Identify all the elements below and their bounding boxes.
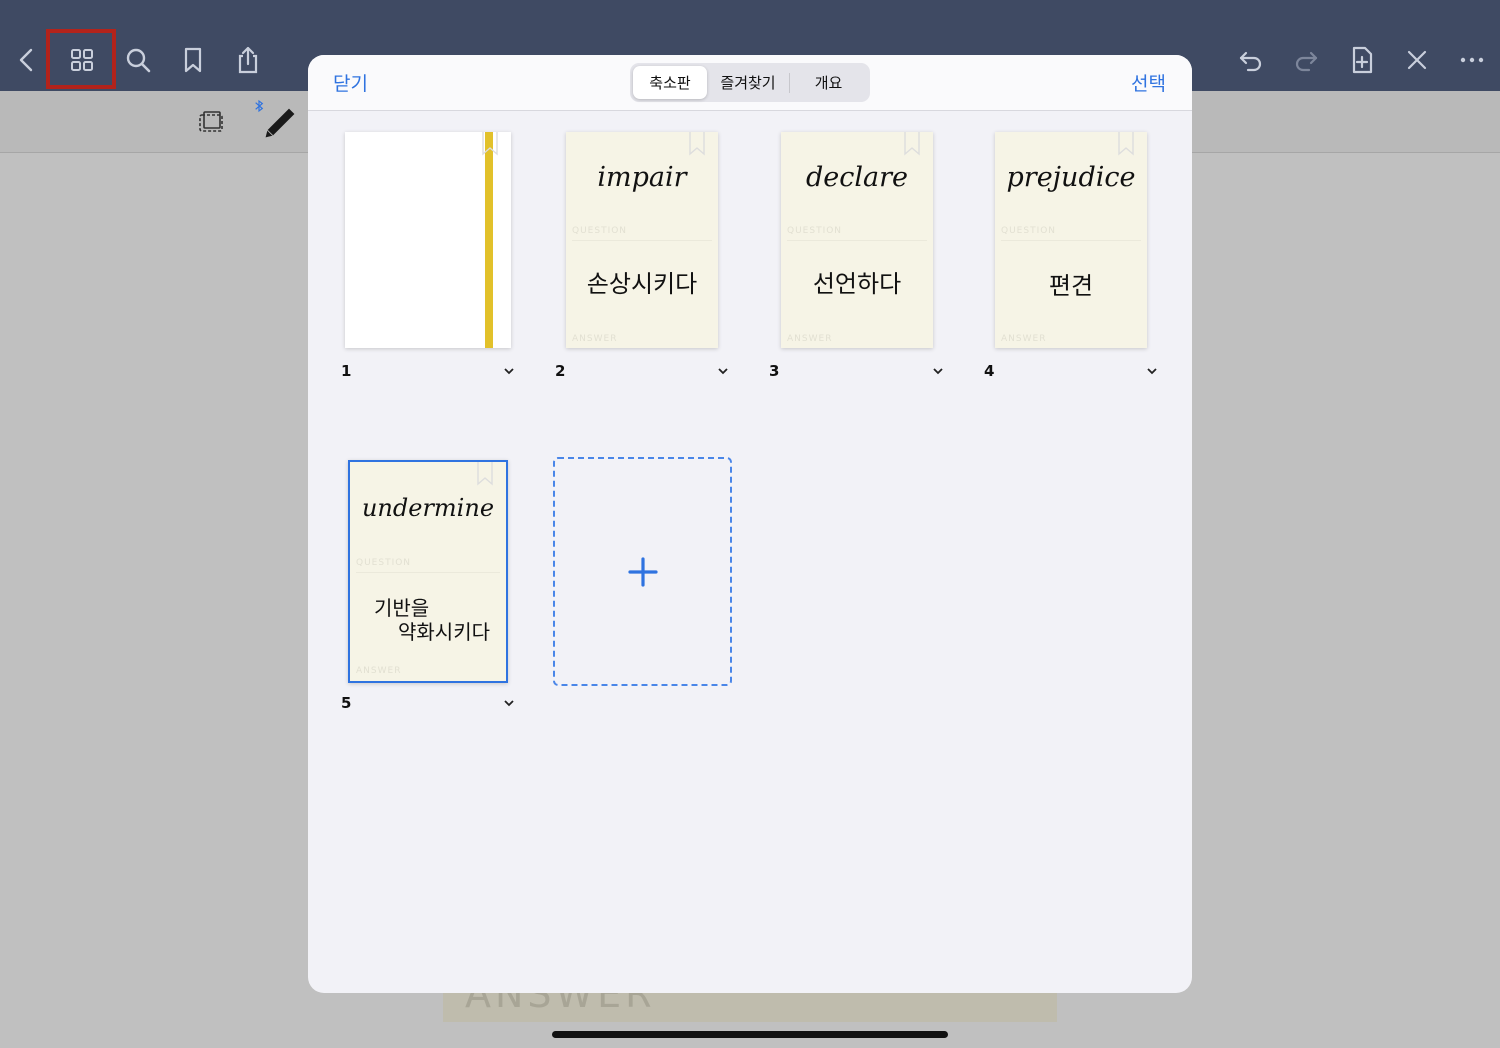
answer-label: ANSWER [1001, 334, 1047, 344]
question-label: QUESTION [572, 226, 628, 236]
add-page-button[interactable] [553, 457, 732, 686]
page-number-5: 5 [341, 694, 352, 712]
page-thumbnail-3[interactable]: declare QUESTION 선언하다 ANSWER [781, 132, 933, 348]
redo-icon [1295, 51, 1318, 72]
more-button[interactable] [1450, 38, 1494, 82]
divider [356, 572, 500, 573]
undo-icon [1239, 51, 1262, 72]
redo-button[interactable] [1284, 38, 1328, 82]
card-word: undermine [361, 494, 495, 522]
page-number-3: 3 [769, 362, 780, 380]
answer-label: ANSWER [572, 334, 618, 344]
answer-label: ANSWER [787, 334, 833, 344]
page-number-4: 4 [984, 362, 995, 380]
answer-label: ANSWER [356, 666, 402, 676]
pen-icon[interactable] [262, 105, 298, 141]
highlight-box [46, 29, 116, 89]
card-meaning-line-2: 약화시키다 [398, 620, 490, 644]
tab-favorites[interactable]: 즐겨찾기 [707, 66, 789, 99]
share-button[interactable] [226, 38, 270, 82]
chevron-down-icon[interactable] [717, 365, 729, 377]
card-meaning: 편견 [1048, 272, 1094, 300]
page-thumbnail-2[interactable]: impair QUESTION 손상시키다 ANSWER [566, 132, 718, 348]
undo-button[interactable] [1229, 38, 1273, 82]
divider [572, 240, 712, 241]
modal-header: 닫기 축소판 즐겨찾기 개요 선택 [308, 55, 1192, 111]
question-label: QUESTION [356, 558, 412, 568]
page-thumbnail-5[interactable]: undermine QUESTION 기반을 약화시키다 ANSWER [348, 460, 508, 683]
question-label: QUESTION [1001, 226, 1057, 236]
yellow-strip [485, 132, 493, 348]
page-number-2: 2 [555, 362, 566, 380]
bookmark-icon[interactable] [688, 132, 706, 156]
back-icon [19, 48, 33, 72]
select-button[interactable]: 선택 [1131, 69, 1166, 96]
question-label: QUESTION [787, 226, 843, 236]
lasso-icon[interactable] [196, 107, 226, 137]
page-thumbnail-1[interactable] [345, 132, 511, 348]
view-segmented-control: 축소판 즐겨찾기 개요 [630, 63, 870, 102]
close-button[interactable]: 닫기 [333, 69, 368, 96]
card-meaning: 선언하다 [812, 270, 902, 298]
bookmark-button[interactable] [171, 38, 215, 82]
close-editor-button[interactable] [1395, 38, 1439, 82]
page-thumbnails-modal: 닫기 축소판 즐겨찾기 개요 선택 1 impair QUESTION 손상시키… [308, 55, 1192, 993]
bookmark-icon[interactable] [481, 132, 499, 156]
bookmark-icon[interactable] [903, 132, 921, 156]
divider [1001, 240, 1141, 241]
card-word: declare [805, 162, 908, 193]
bookmark-icon[interactable] [1117, 132, 1135, 156]
page-number-1: 1 [341, 362, 352, 380]
chevron-down-icon[interactable] [1146, 365, 1158, 377]
card-meaning: 손상시키다 [586, 270, 698, 298]
tab-outline[interactable]: 개요 [790, 66, 867, 99]
page-thumbnail-4[interactable]: prejudice QUESTION 편견 ANSWER [995, 132, 1147, 348]
add-page-button[interactable] [1340, 38, 1384, 82]
card-word: prejudice [1006, 162, 1136, 193]
add-page-icon [1352, 46, 1373, 74]
plus-icon [627, 556, 658, 587]
chevron-down-icon[interactable] [503, 365, 515, 377]
back-button[interactable] [5, 38, 49, 82]
search-button[interactable] [116, 38, 160, 82]
chevron-down-icon[interactable] [503, 697, 515, 709]
close-x-icon [1407, 50, 1427, 70]
tab-thumbnails[interactable]: 축소판 [633, 66, 707, 99]
more-icon [1460, 57, 1484, 63]
card-word: impair [597, 162, 687, 193]
bookmark-icon [184, 47, 202, 73]
search-icon [126, 48, 151, 73]
home-indicator [552, 1031, 948, 1038]
share-icon [238, 46, 258, 74]
chevron-down-icon[interactable] [932, 365, 944, 377]
bookmark-icon[interactable] [476, 462, 494, 486]
divider [787, 240, 927, 241]
